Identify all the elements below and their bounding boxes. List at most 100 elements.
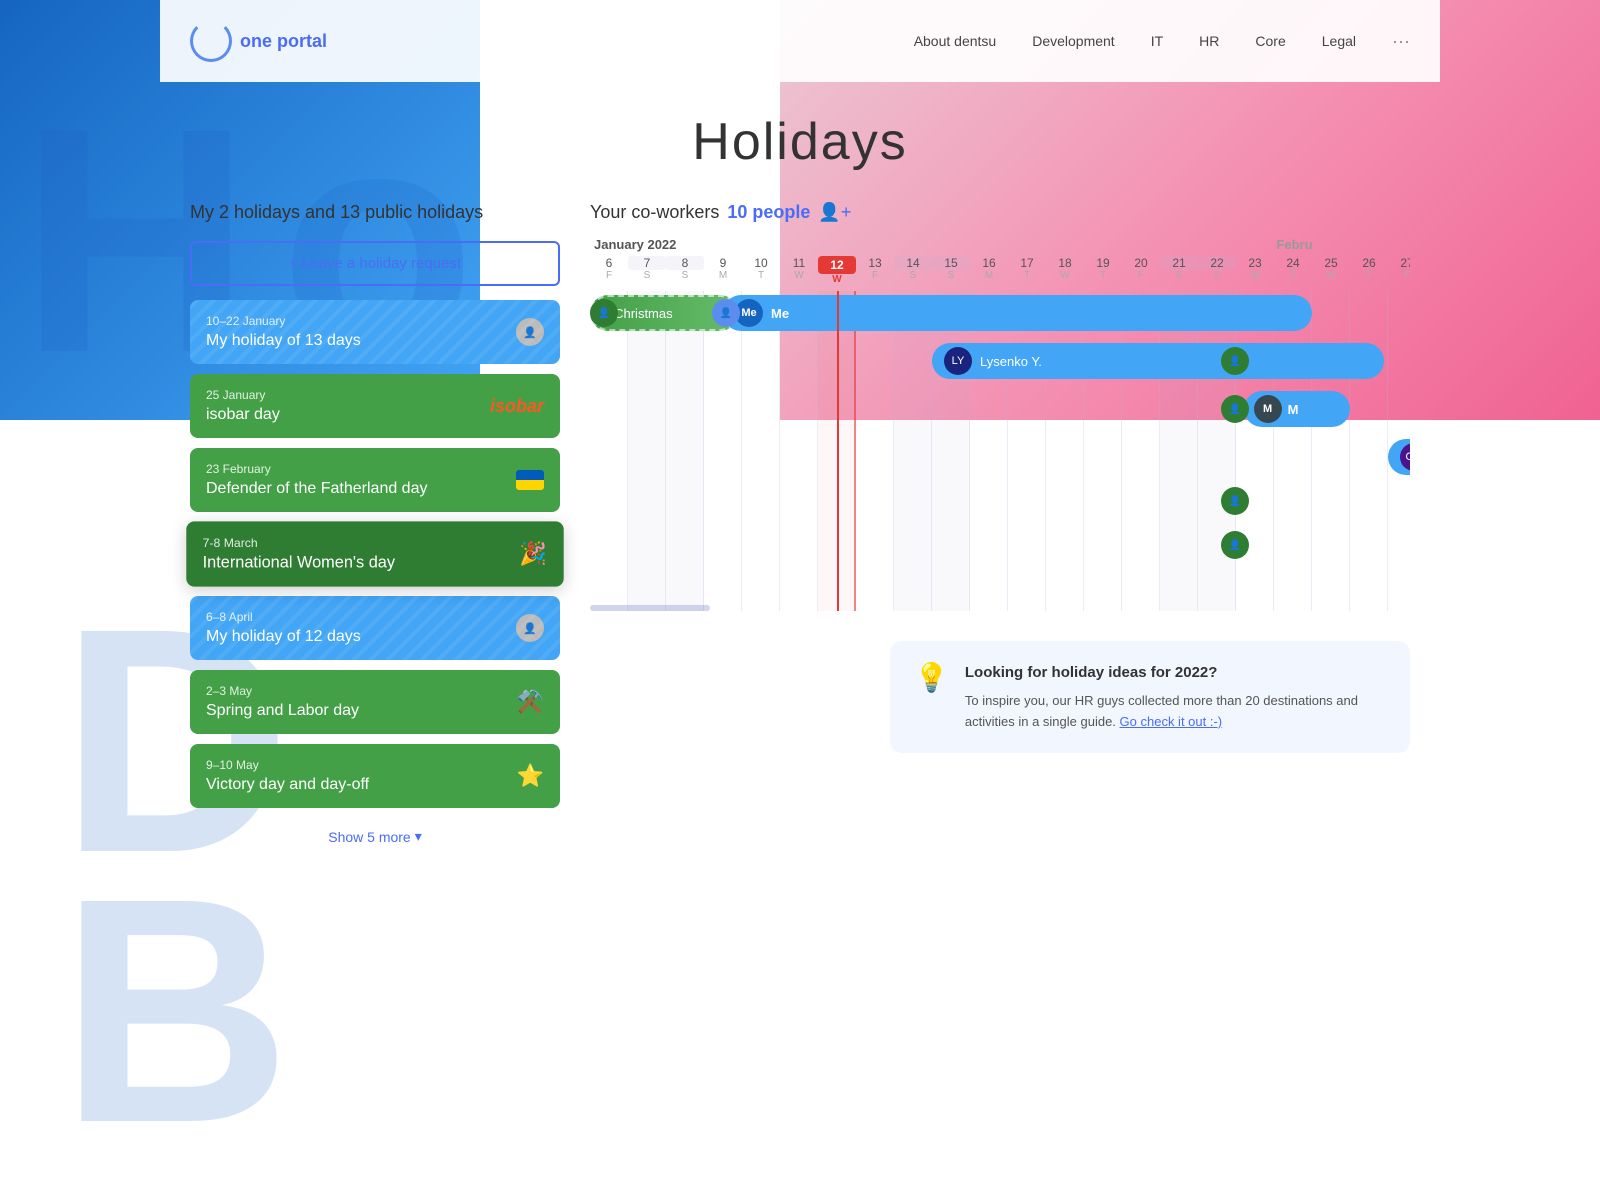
day-11: 11W [780, 254, 818, 287]
navbar: one portal About dentsu Development IT H… [160, 0, 1440, 82]
logo-icon [190, 20, 232, 62]
page-wrapper: one portal About dentsu Development IT H… [160, 0, 1440, 875]
holiday-date-6: 2–3 May [206, 684, 359, 698]
avatar-row1-col17: 👤 [590, 299, 618, 327]
holiday-name-6: Spring and Labor day [206, 702, 359, 720]
logo-area: one portal [190, 20, 327, 62]
holiday-name-4: International Women's day [203, 554, 395, 572]
day-26: 26T [1350, 254, 1388, 287]
today-line [837, 291, 839, 611]
holiday-card-april: 6–8 April My holiday of 12 days 👤 [190, 596, 560, 660]
main-content: My 2 holidays and 13 public holidays + L… [160, 182, 1440, 875]
logo-one-text: one portal [240, 31, 327, 51]
isobar-logo: isobar [490, 396, 544, 417]
day-18: 18W [1046, 254, 1084, 287]
holiday-name-2: isobar day [206, 406, 280, 424]
party-icon: 🎉 [519, 541, 547, 568]
month-next-label: Febru [676, 237, 1312, 252]
ostapenko-avatar: OG [1400, 443, 1410, 471]
avatar-row2-right: 👤 [1221, 347, 1249, 375]
day-6: 6F [590, 254, 628, 287]
hammer-icon: ⚒️ [517, 689, 544, 715]
nav-more[interactable]: ··· [1392, 31, 1410, 52]
avatar-row6: 👤 [1221, 531, 1249, 559]
page-title-area: Holidays [160, 82, 1440, 182]
holiday-date-2: 25 January [206, 388, 280, 402]
day-10: 10T [742, 254, 780, 287]
nav-hr[interactable]: HR [1199, 33, 1219, 49]
star-icon: ⭐ [517, 763, 544, 789]
day-21: 21S [1160, 254, 1198, 287]
holiday-date-4: 7-8 March [203, 536, 395, 550]
holiday-date-1: 10–22 January [206, 314, 361, 328]
nav-development[interactable]: Development [1032, 33, 1115, 49]
coworkers-label: Your co-workers [590, 202, 719, 223]
lysenko-bar: LY Lysenko Y. [932, 343, 1384, 379]
nav-about[interactable]: About dentsu [914, 33, 997, 49]
nav-legal[interactable]: Legal [1322, 33, 1356, 49]
day-24: 24T [1274, 254, 1312, 287]
add-person-icon[interactable]: 👤+ [818, 202, 851, 223]
info-card-title: Looking for holiday ideas for 2022? [965, 661, 1386, 685]
holiday-card-womens-day: 7-8 March International Women's day 🎉 [186, 521, 563, 586]
day-23: 23M [1236, 254, 1274, 287]
day-25: 25W [1312, 254, 1350, 287]
page-title: Holidays [160, 112, 1440, 172]
me-label: Me [771, 306, 789, 321]
day-15: 15S [932, 254, 970, 287]
day-22: 22S [1198, 254, 1236, 287]
timeline-grid [590, 291, 1410, 611]
day-20: 20F [1122, 254, 1160, 287]
coworkers-header: Your co-workers 10 people 👤+ [590, 202, 1410, 223]
nav-core[interactable]: Core [1255, 33, 1285, 49]
holiday-date-3: 23 February [206, 462, 427, 476]
lysenko-label: Lysenko Y. [980, 354, 1042, 369]
chevron-down-icon: ▾ [415, 828, 422, 845]
right-panel: Your co-workers 10 people 👤+ January 202… [590, 202, 1410, 855]
m-bubble: M M [1244, 391, 1350, 427]
info-card-link[interactable]: Go check it out :-) [1120, 714, 1223, 729]
avatar-row5: 👤 [1221, 487, 1249, 515]
nav-it[interactable]: IT [1151, 33, 1163, 49]
coworkers-count: 10 people [727, 202, 810, 223]
month-label: January 2022 [590, 237, 676, 252]
show-more-button[interactable]: Show 5 more ▾ [190, 818, 560, 855]
day-13: 13F [856, 254, 894, 287]
m-label: M [1288, 402, 1299, 417]
ukraine-flag-icon [516, 470, 544, 490]
avatar-row1-left: 👤 [712, 299, 740, 327]
lysenko-avatar: LY [944, 347, 972, 375]
holiday-card-january: 10–22 January My holiday of 13 days 👤 [190, 300, 560, 364]
day-17: 17T [1008, 254, 1046, 287]
day-8: 8S [666, 254, 704, 287]
leave-holiday-button[interactable]: + Leave a holiday request [190, 241, 560, 286]
holiday-card-victory: 9–10 May Victory day and day-off ⭐ [190, 744, 560, 808]
day-12-today: 12W [818, 254, 856, 287]
timeline-area: x Christmas 👤 Me Me 👤 Me LY [590, 291, 1410, 611]
me-bar-long: Me Me [723, 295, 1312, 331]
lightbulb-icon: 💡 [914, 661, 949, 694]
day-27: 27F [1388, 254, 1410, 287]
left-panel-title: My 2 holidays and 13 public holidays [190, 202, 560, 223]
scrollbar[interactable] [590, 605, 710, 611]
ostapenko-bar: OG Ostapenko G. [1388, 439, 1410, 475]
logo-text: one portal [240, 31, 327, 52]
day-14: 14S [894, 254, 932, 287]
holiday-card-defender: 23 February Defender of the Fatherland d… [190, 448, 560, 512]
day-headers: 6F 7S 8S 9M 10T 11W 12W [590, 254, 1410, 287]
holiday-name-3: Defender of the Fatherland day [206, 480, 427, 498]
holiday-card-isobar: 25 January isobar day isobar [190, 374, 560, 438]
bg-letter-y: B [60, 850, 291, 1170]
day-9: 9M [704, 254, 742, 287]
info-card: 💡 Looking for holiday ideas for 2022? To… [890, 641, 1410, 753]
day-19: 19T [1084, 254, 1122, 287]
holiday-card-labor: 2–3 May Spring and Labor day ⚒️ [190, 670, 560, 734]
m-avatar: M [1254, 395, 1282, 423]
avatar-row3-col17: 👤 [1221, 395, 1249, 423]
nav-links: About dentsu Development IT HR Core Lega… [914, 31, 1410, 52]
holiday-date-5: 6–8 April [206, 610, 361, 624]
holiday-name-7: Victory day and day-off [206, 776, 369, 794]
day-7: 7S [628, 254, 666, 287]
day-16: 16M [970, 254, 1008, 287]
holiday-date-7: 9–10 May [206, 758, 369, 772]
